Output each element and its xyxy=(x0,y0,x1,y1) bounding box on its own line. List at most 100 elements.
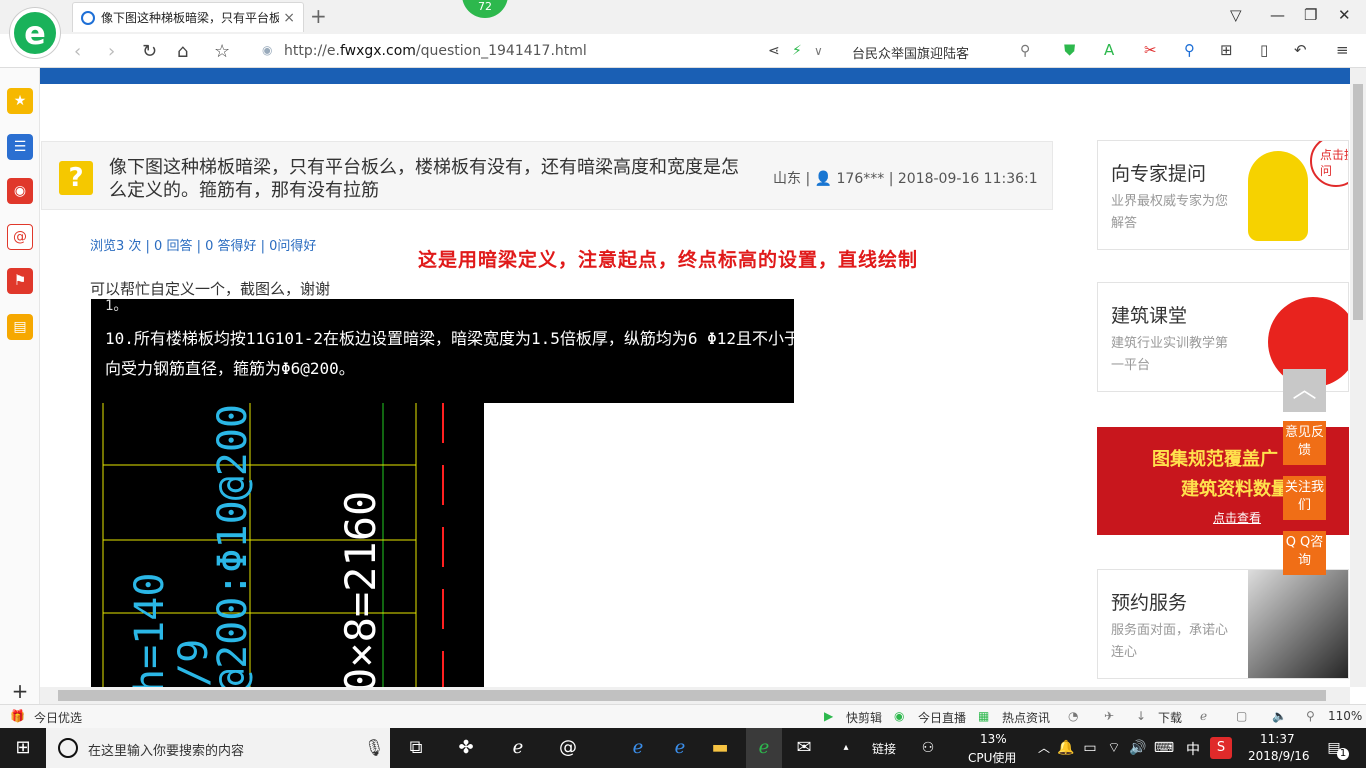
zoom-icon: ⚲ xyxy=(1306,709,1315,723)
close-window-button[interactable]: ✕ xyxy=(1338,6,1351,24)
question-user[interactable]: 176*** xyxy=(837,171,885,187)
find-icon[interactable]: ⚲ xyxy=(1184,41,1195,59)
clock-time[interactable]: 11:37 xyxy=(1260,732,1295,746)
mail-icon[interactable]: @ xyxy=(7,224,33,250)
game-icon[interactable]: ⚑ xyxy=(7,268,33,294)
translate-icon[interactable]: A xyxy=(1104,41,1114,59)
search-icon[interactable]: ⚲ xyxy=(1020,43,1030,59)
cpu-label: CPU使用 xyxy=(968,751,1017,765)
minimize-button[interactable]: — xyxy=(1270,6,1285,24)
expert-mascot-icon xyxy=(1248,151,1308,241)
ime-indicator[interactable]: 中 xyxy=(1186,739,1200,759)
volume-mute-icon[interactable]: 🔈 xyxy=(1272,709,1287,723)
back-to-top-button[interactable]: ︿ xyxy=(1283,369,1326,412)
people-icon[interactable]: ⚇ xyxy=(916,736,940,760)
quick-clip-link[interactable]: 快剪辑 xyxy=(846,709,882,726)
back-button[interactable]: ‹ xyxy=(74,41,81,62)
weibo-icon[interactable]: ◉ xyxy=(7,178,33,204)
add-sidebar-button[interactable]: + xyxy=(7,678,33,704)
service-card[interactable]: 预约服务 服务面对面，承诺心连心 xyxy=(1097,569,1349,679)
notification-bell-icon[interactable]: 🔔 xyxy=(1054,736,1078,760)
file-explorer-icon[interactable]: ▬ xyxy=(708,736,732,760)
share-icon[interactable]: ⋖ xyxy=(768,43,780,59)
skin-icon[interactable]: ▽ xyxy=(1230,6,1242,24)
vertical-scrollbar[interactable] xyxy=(1350,68,1366,687)
edge-legacy-icon[interactable]: ℯ xyxy=(506,736,530,760)
question-mark-icon: ? xyxy=(59,161,93,195)
new-tab-button[interactable]: + xyxy=(310,4,327,28)
security-shield-icon[interactable]: ⛊ xyxy=(1064,41,1075,59)
apps-grid-icon[interactable]: ⊞ xyxy=(1220,41,1233,59)
gift-icon: 🎁 xyxy=(10,709,25,723)
ie-favicon-icon xyxy=(81,10,95,25)
browser-taskbar-icon[interactable]: ℯ xyxy=(746,728,782,768)
clock-date[interactable]: 2018/9/16 xyxy=(1248,749,1310,763)
pinwheel-app-icon[interactable]: ✤ xyxy=(454,736,478,760)
speed-mode-icon[interactable]: ⚡ xyxy=(792,43,802,59)
network-icon[interactable]: ⌔ xyxy=(1102,736,1126,760)
browser-titlebar: 像下图这种梯板暗梁，只有平台板 × + 72 ▽ — ❐ ✕ xyxy=(0,0,1366,34)
spiral-app-icon[interactable]: @ xyxy=(556,736,580,760)
cad-drawing-image: @200:Φ10@200 0×8=2160 h=140 /9 xyxy=(91,403,484,687)
follow-us-button[interactable]: 关注我们 xyxy=(1283,476,1326,520)
vertical-scroll-thumb[interactable] xyxy=(1353,84,1363,320)
qq-consult-button[interactable]: Q Q咨询 xyxy=(1283,531,1326,575)
task-view-icon[interactable]: ⧉ xyxy=(404,736,428,760)
keyboard-icon[interactable]: ⌨ xyxy=(1152,736,1176,760)
speed-icon[interactable]: ◔ xyxy=(1068,709,1078,723)
site-info-icon[interactable]: ◉ xyxy=(262,43,272,57)
volume-icon[interactable]: 🔊 xyxy=(1126,736,1150,760)
expert-question-card[interactable]: 向专家提问 业界最权威专家为您解答 点击提问 xyxy=(1097,140,1349,250)
user-icon: 👤 xyxy=(814,171,833,187)
maximize-button[interactable]: ❐ xyxy=(1304,6,1317,24)
windows-taskbar: ⊞ 在这里输入你要搜索的内容 🎙 ⧉ ✤ ℯ @ ℯ ℯ ▬ ℯ ✉ ▴ 链接 … xyxy=(0,728,1366,768)
score-badge[interactable]: 72 xyxy=(462,0,508,18)
windows-start-icon[interactable]: ⊞ xyxy=(11,736,35,760)
favorite-star-icon[interactable]: ☆ xyxy=(214,41,230,62)
links-toolbar[interactable]: 链接 xyxy=(872,740,896,757)
mode-dropdown-icon[interactable]: ∨ xyxy=(814,44,823,58)
sogou-ime-icon[interactable]: S xyxy=(1210,737,1232,759)
favorites-star-icon[interactable]: ★ xyxy=(7,88,33,114)
horizontal-scroll-thumb[interactable] xyxy=(58,690,1326,701)
notes-icon[interactable]: ▤ xyxy=(7,314,33,340)
battery-icon[interactable]: ▭ xyxy=(1078,736,1102,760)
menu-icon[interactable]: ≡ xyxy=(1336,41,1349,59)
reading-mode-icon[interactable]: ▯ xyxy=(1260,41,1268,59)
tab-close-button[interactable]: × xyxy=(283,10,295,26)
ask-bubble[interactable]: 点击提问 xyxy=(1310,141,1348,187)
feedback-button[interactable]: 意见反馈 xyxy=(1283,421,1326,465)
taskbar-scroll-icon[interactable]: ▴ xyxy=(834,736,858,760)
handshake-image xyxy=(1248,570,1348,678)
browser-tab[interactable]: 像下图这种梯板暗梁，只有平台板 × xyxy=(72,2,304,32)
forward-button[interactable]: › xyxy=(108,41,115,62)
search-box[interactable]: 台民众举国旗迎陆客 xyxy=(852,43,969,62)
edge-icon[interactable]: ℯ xyxy=(626,736,650,760)
window-icon[interactable]: ▢ xyxy=(1236,709,1247,723)
taskbar-search[interactable]: 在这里输入你要搜索的内容 🎙 xyxy=(46,728,390,768)
daily-picks-link[interactable]: 今日优选 xyxy=(34,709,82,726)
zoom-level[interactable]: 110% xyxy=(1328,709,1362,723)
home-icon[interactable]: ⌂ xyxy=(177,41,188,62)
microphone-icon[interactable]: 🎙 xyxy=(364,738,384,757)
download-link[interactable]: 下载 xyxy=(1158,709,1182,726)
live-link[interactable]: 今日直播 xyxy=(918,709,966,726)
question-stats[interactable]: 浏览3 次 | 0 回答 | 0 答得好 | 0问得好 xyxy=(90,235,316,254)
banner-link[interactable]: 点击查看 xyxy=(1213,509,1261,526)
pin-icon[interactable]: ✈ xyxy=(1104,709,1114,723)
browser-logo-icon[interactable]: e xyxy=(10,8,60,58)
question-meta: 山东 | 👤 176*** | 2018-09-16 11:36:1 xyxy=(773,171,1038,187)
classroom-card-title: 建筑课堂 xyxy=(1111,305,1188,327)
mail-taskbar-icon[interactable]: ✉ xyxy=(792,736,816,760)
address-bar[interactable]: http://e.fwxgx.com/question_1941417.html xyxy=(284,43,587,59)
refresh-icon[interactable]: ↻ xyxy=(142,41,157,62)
reading-list-icon[interactable]: ☰ xyxy=(7,134,33,160)
screenshot-scissors-icon[interactable]: ✂ xyxy=(1144,41,1157,59)
live-icon: ◉ xyxy=(894,709,905,723)
hot-news-link[interactable]: 热点资讯 xyxy=(1002,709,1050,726)
ie-mode-icon[interactable]: ℯ xyxy=(1200,709,1207,723)
horizontal-scrollbar[interactable] xyxy=(40,687,1350,704)
tray-expand-icon[interactable]: ︿ xyxy=(1032,736,1056,760)
undo-close-icon[interactable]: ↶ xyxy=(1294,41,1307,59)
internet-explorer-icon[interactable]: ℯ xyxy=(668,736,692,760)
